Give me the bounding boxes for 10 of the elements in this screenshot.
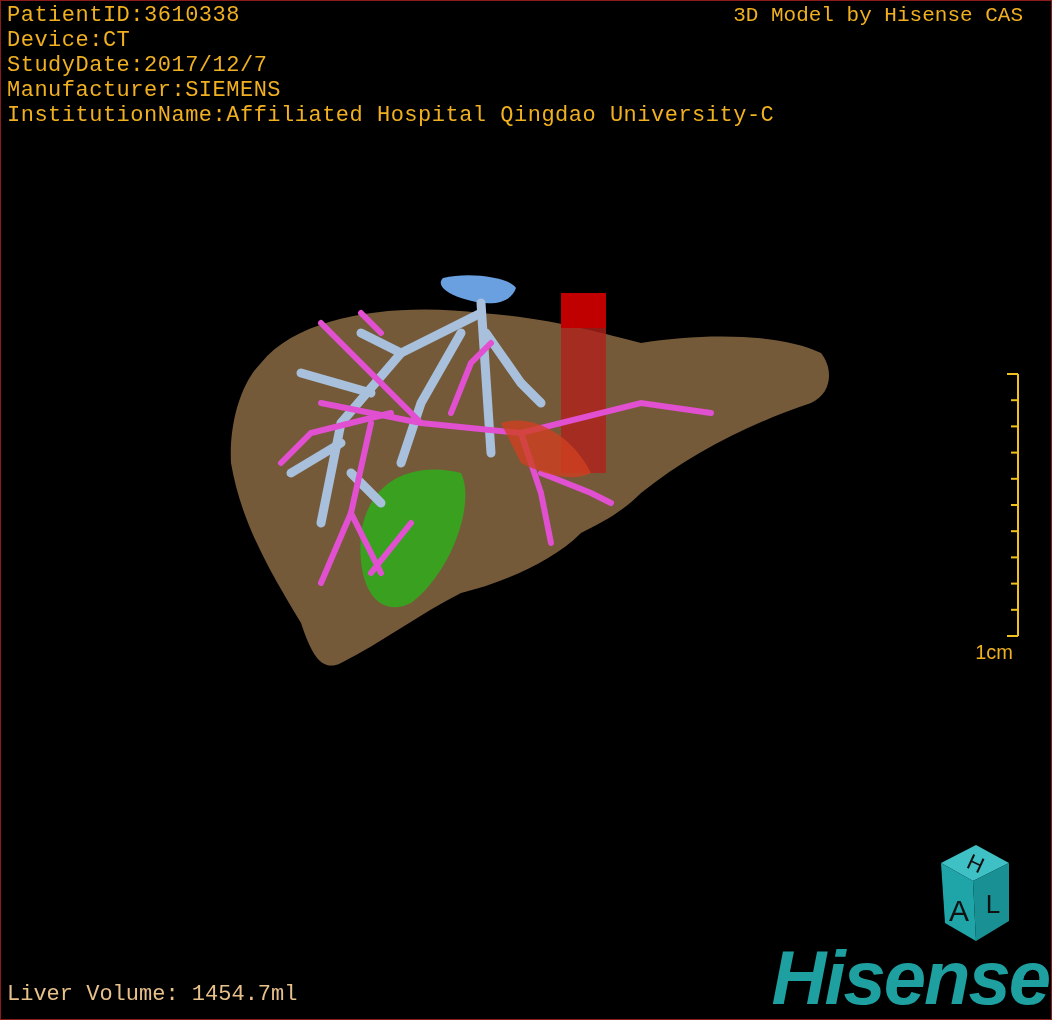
- info-text: InstitutionName:Affiliated Hospital Qingdao University-C: [7, 103, 775, 128]
- scale-label: 1cm: [975, 641, 1013, 664]
- brand-logo: Hisense: [771, 943, 1049, 1013]
- info-text: StudyDate:2017/12/7: [7, 53, 268, 78]
- model-credit: 3D Model by Hisense CAS: [733, 3, 1023, 28]
- info-text: Device:CT: [7, 28, 131, 53]
- orientation-cube[interactable]: H A L: [921, 843, 1011, 943]
- liver-volume: Liver Volume: 1454.7ml: [7, 981, 298, 1009]
- info-text: PatientID:3610338: [7, 3, 240, 28]
- info-text: Manufacturer:SIEMENS: [7, 78, 282, 103]
